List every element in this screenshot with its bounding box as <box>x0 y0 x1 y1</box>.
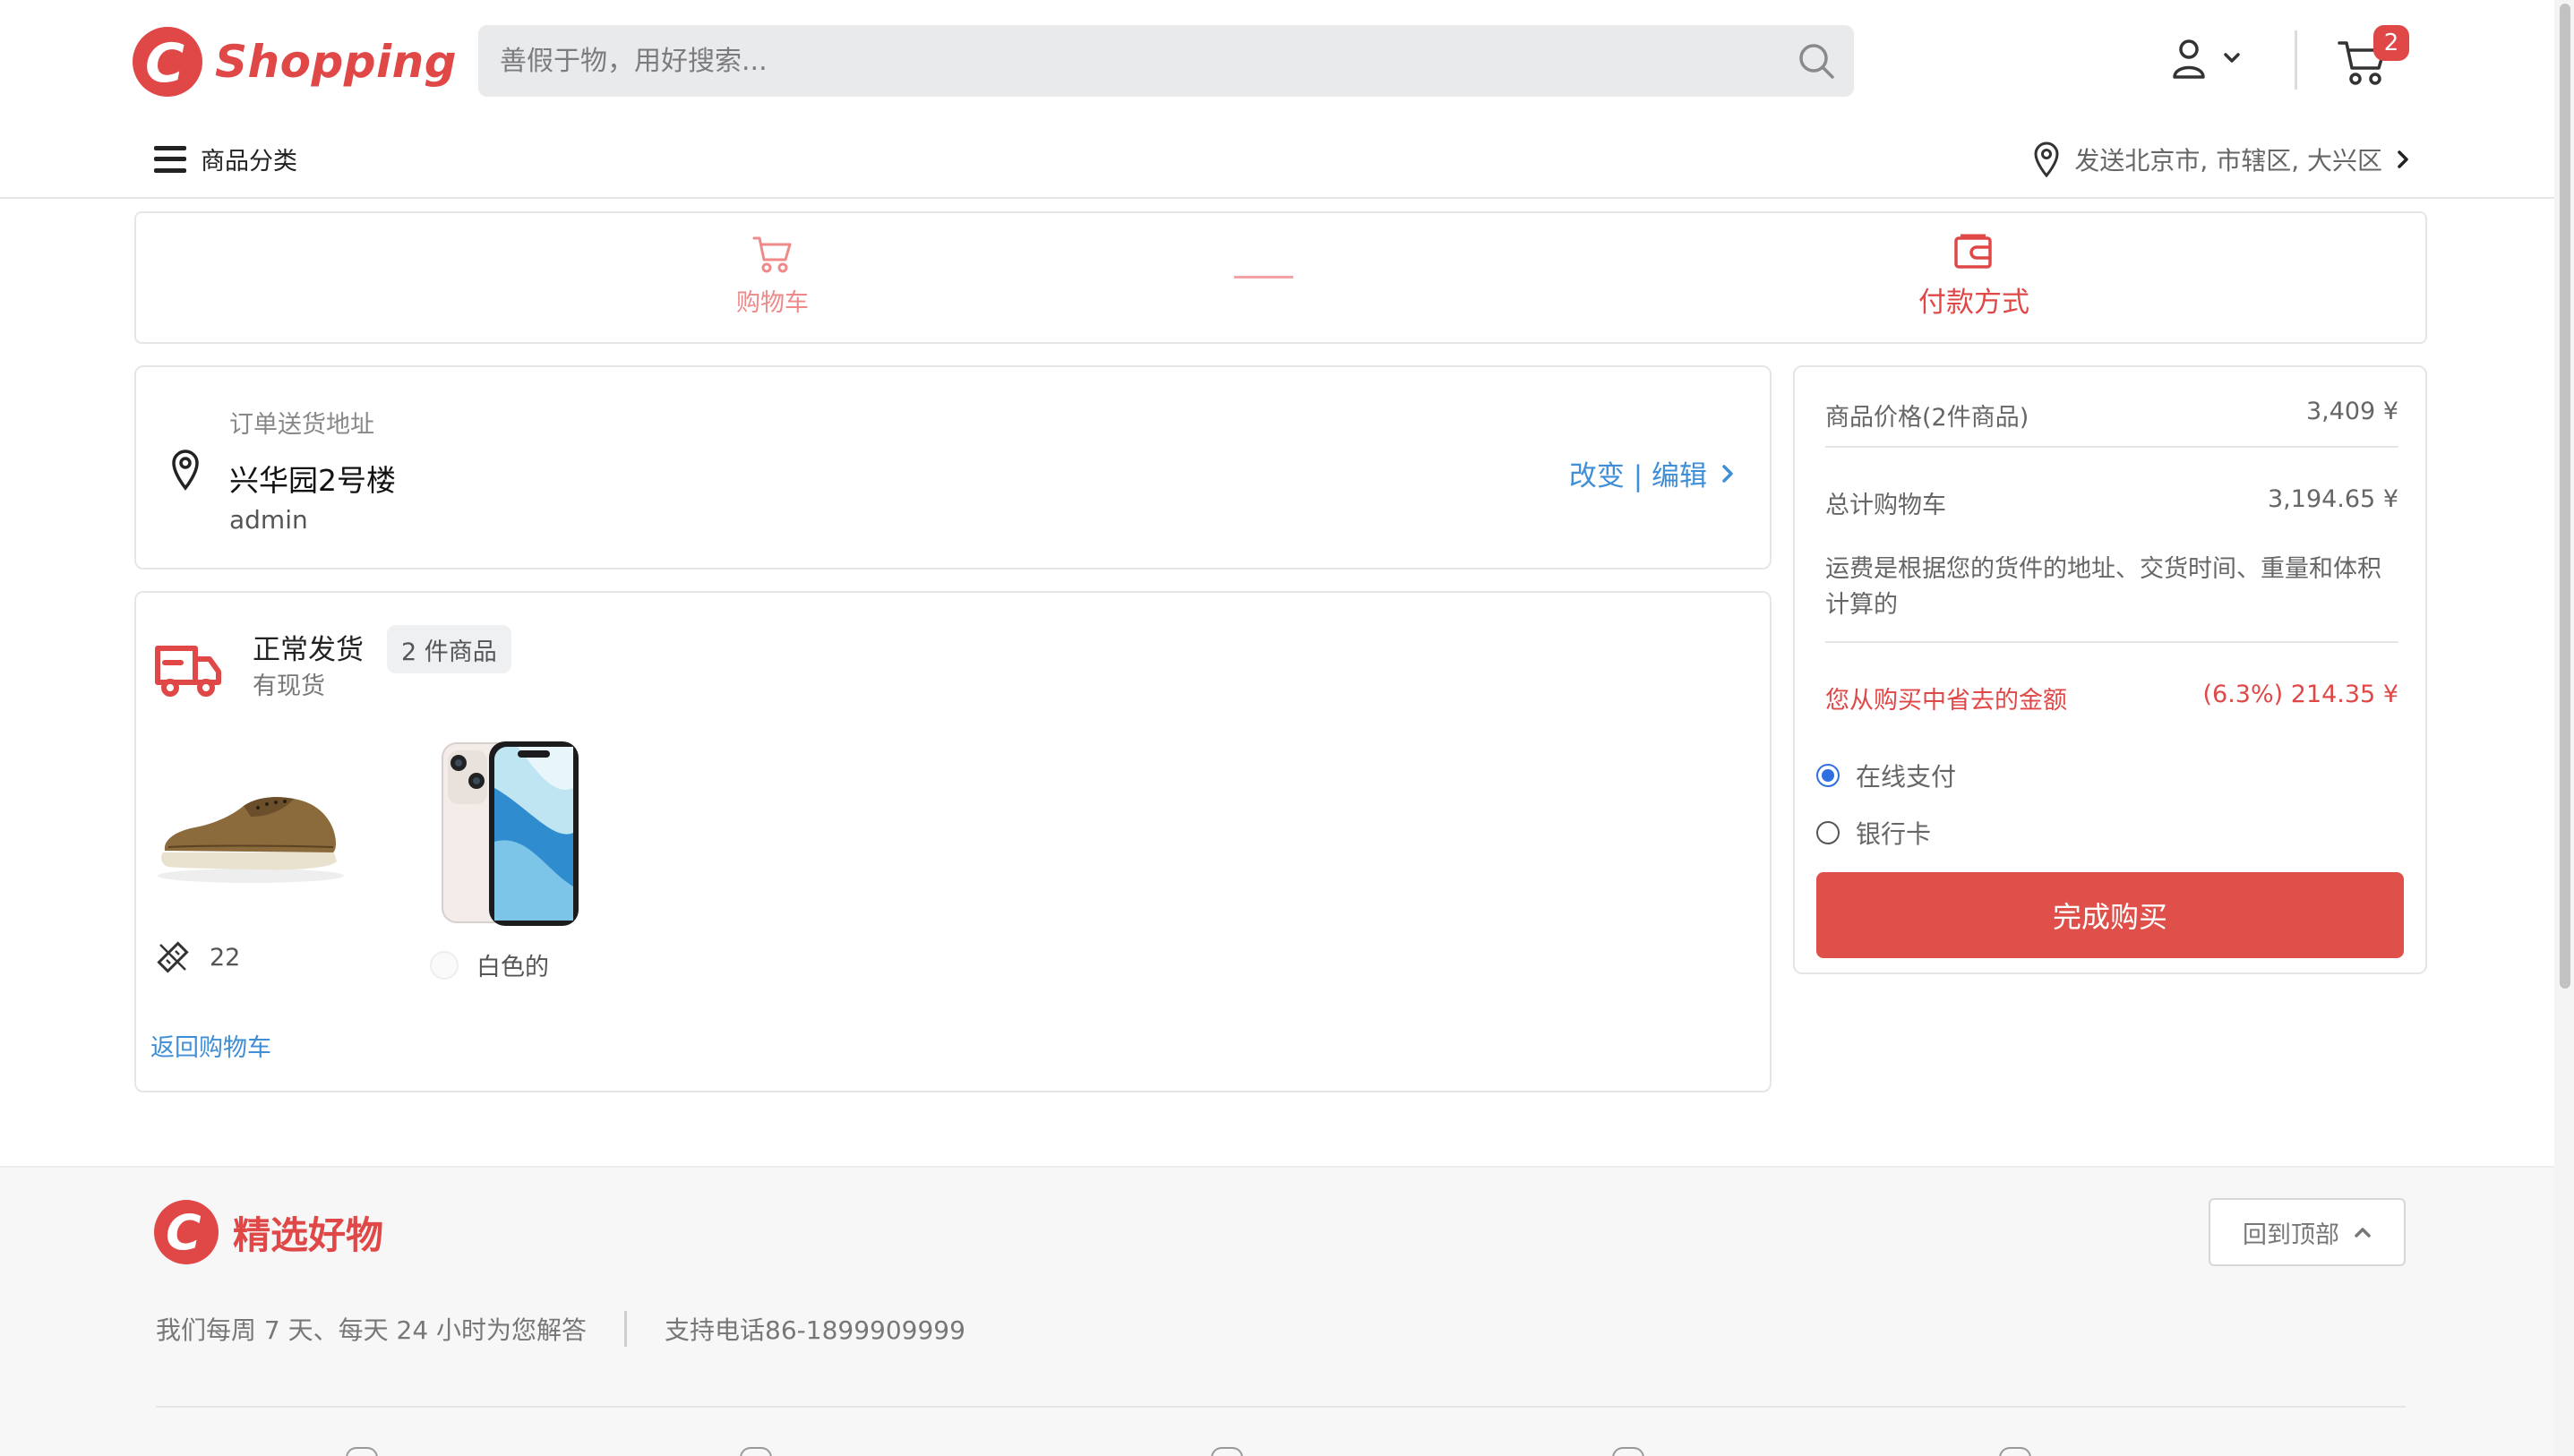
summary-divider <box>1825 446 2398 448</box>
footer-info: 我们每周 7 天、每天 24 小时为您解答 支持电话86-1899909999 <box>156 1311 965 1347</box>
step-payment[interactable]: 付款方式 <box>1918 233 2029 320</box>
summary-price-value: 3,409 ¥ <box>2305 398 2398 425</box>
summary-savings-value: (6.3%) 214.35 ¥ <box>2202 681 2398 708</box>
radio-online[interactable] <box>1816 764 1840 787</box>
header-divider <box>2295 30 2297 90</box>
user-menu[interactable] <box>2171 38 2241 79</box>
logo-text: Shopping <box>215 36 458 88</box>
summary-divider <box>1825 641 2398 643</box>
step-payment-label: 付款方式 <box>1918 287 2029 319</box>
footer-feature-icon <box>346 1447 378 1456</box>
product-color-value: 白色的 <box>476 954 549 981</box>
chevron-down-icon <box>2224 53 2240 63</box>
address-name: 兴华园2号楼 <box>229 463 396 498</box>
delivery-address-card: 订单送货地址 兴华园2号楼 admin 改变 | 编辑 <box>134 365 1772 570</box>
product-image-shoe[interactable] <box>150 734 349 933</box>
summary-savings-row: 您从购买中省去的金额 (6.3%) 214.35 ¥ <box>1825 681 2398 715</box>
color-swatch <box>430 950 459 980</box>
product-attr-color: 白色的 <box>430 947 549 982</box>
footer-feature-icon <box>1612 1447 1644 1456</box>
back-to-top-label: 回到顶部 <box>2243 1220 2339 1249</box>
ship-to-text: 发送北京市, 市辖区, 大兴区 <box>2074 146 2382 176</box>
edit-address-label: 改变 | 编辑 <box>1568 460 1707 492</box>
footer-divider <box>624 1311 628 1347</box>
radio-bank-card[interactable] <box>1816 821 1840 844</box>
summary-total-row: 总计购物车 3,194.65 ¥ <box>1825 485 2398 520</box>
logo-mark-icon: C <box>133 27 202 97</box>
cart-count-badge: 2 <box>2373 25 2409 61</box>
summary-total-label: 总计购物车 <box>1825 492 1946 519</box>
edit-address-link[interactable]: 改变 | 编辑 <box>1569 453 1734 493</box>
site-footer: C 精选好物 回到顶部 我们每周 7 天、每天 24 小时为您解答 支持电话86… <box>0 1166 2574 1456</box>
product-image-phone[interactable] <box>428 734 627 933</box>
step-connector <box>1234 276 1293 278</box>
service-hours: 我们每周 7 天、每天 24 小时为您解答 <box>156 1315 588 1345</box>
complete-purchase-button[interactable]: 完成购买 <box>1816 872 2404 958</box>
menu-icon <box>154 145 186 173</box>
summary-price-label: 商品价格(2件商品) <box>1825 404 2029 432</box>
footer-separator <box>156 1406 2406 1408</box>
address-pin-icon <box>172 450 199 491</box>
address-user: admin <box>229 505 308 535</box>
search-input[interactable] <box>500 25 1754 97</box>
chevron-up-icon <box>2355 1228 2371 1238</box>
footer-feature-icon <box>740 1447 772 1456</box>
ship-to-location[interactable]: 发送北京市, 市辖区, 大兴区 <box>2033 141 2409 177</box>
back-to-top-button[interactable]: 回到顶部 <box>2209 1198 2406 1266</box>
item-count-badge: 2 件商品 <box>387 625 511 673</box>
chevron-right-icon <box>2398 150 2408 168</box>
category-menu-button[interactable]: 商品分类 <box>154 141 297 176</box>
ruler-icon <box>157 941 189 973</box>
user-icon <box>2173 39 2205 79</box>
shipment-card: 正常发货 有现货 2 件商品 22 白色的 返回购物车 <box>134 591 1772 1092</box>
footer-logo-mark-icon: C <box>154 1200 219 1264</box>
step-cart[interactable]: 购物车 <box>736 233 809 318</box>
footer-feature-icon <box>1999 1447 2031 1456</box>
location-pin-icon <box>2034 141 2059 177</box>
wallet-icon <box>1954 234 1992 269</box>
product-attr-size: 22 <box>156 940 240 974</box>
search-icon[interactable] <box>1797 41 1836 81</box>
summary-savings-label: 您从购买中省去的金额 <box>1825 687 2067 715</box>
shipment-subtitle: 有现货 <box>253 672 325 700</box>
order-summary-card: 商品价格(2件商品) 3,409 ¥ 总计购物车 3,194.65 ¥ 运费是根… <box>1793 365 2427 974</box>
summary-price-row: 商品价格(2件商品) 3,409 ¥ <box>1825 398 2398 433</box>
site-header: C Shopping 2 商品分类 发送北京市, 市辖区, 大兴区 <box>0 0 2574 199</box>
search-bar <box>478 25 1854 97</box>
truck-icon <box>155 646 221 697</box>
payment-option-bank-card-label: 银行卡 <box>1856 819 1932 849</box>
payment-option-online-label: 在线支付 <box>1856 762 1957 792</box>
page-scrollbar[interactable] <box>2554 0 2574 1456</box>
shipment-title: 正常发货 <box>253 634 364 666</box>
cart-step-icon <box>752 236 791 273</box>
support-phone: 支持电话86-1899909999 <box>665 1315 965 1345</box>
chevron-right-icon <box>1722 464 1733 483</box>
payment-option-online[interactable]: 在线支付 <box>1816 758 1956 793</box>
scrollbar-thumb[interactable] <box>2560 4 2570 989</box>
back-to-cart-link[interactable]: 返回购物车 <box>150 1028 271 1063</box>
summary-total-value: 3,194.65 ¥ <box>2268 485 2398 513</box>
address-section-label: 订单送货地址 <box>229 411 374 439</box>
payment-option-bank-card[interactable]: 银行卡 <box>1816 815 1931 851</box>
category-label: 商品分类 <box>201 148 297 176</box>
footer-feature-icon <box>1211 1447 1243 1456</box>
checkout-steps: 购物车 付款方式 <box>134 211 2427 344</box>
product-size-value: 22 <box>210 943 241 972</box>
site-logo[interactable]: C Shopping <box>133 27 457 97</box>
shipping-note: 运费是根据您的货件的地址、交货时间、重量和体积计算的 <box>1825 555 2381 619</box>
footer-title: 精选好物 <box>233 1212 384 1257</box>
step-cart-label: 购物车 <box>736 289 809 317</box>
footer-logo[interactable]: C 精选好物 <box>154 1200 383 1264</box>
